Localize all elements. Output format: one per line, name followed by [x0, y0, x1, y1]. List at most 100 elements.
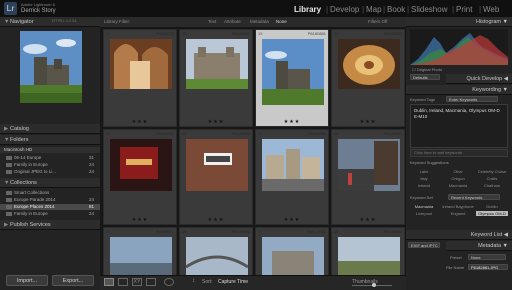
- thumbnail-cell-selected[interactable]: 19 P6160881 ★★★: [255, 29, 329, 127]
- module-separator: |: [452, 5, 455, 14]
- grid-view-icon[interactable]: [104, 278, 114, 286]
- module-separator: |: [383, 5, 386, 14]
- photo-city: [262, 237, 324, 275]
- left-panel: ▼Navigator FIT FILL 1:1 3:1 ▶ Catalog ▼Fo…: [0, 17, 100, 290]
- set-keyword[interactable]: England: [442, 211, 474, 216]
- folder-icon: [6, 162, 12, 167]
- sort-direction-icon[interactable]: ↕: [192, 278, 195, 284]
- set-keyword[interactable]: Ireland Bayphone: [442, 204, 474, 209]
- thumbnail-cell[interactable]: 24 P6160083 ★★★: [331, 129, 405, 225]
- folders-header[interactable]: ▼Folders: [0, 135, 100, 145]
- set-keyword[interactable]: Dublin: [476, 204, 508, 209]
- filter-text-tab[interactable]: Text: [208, 19, 216, 24]
- module-separator: |: [407, 5, 410, 14]
- navigator-modes[interactable]: FIT FILL 1:1 3:1: [52, 19, 77, 23]
- loupe-view-icon[interactable]: [118, 278, 128, 286]
- filters-off-dropdown[interactable]: Filters Off: [368, 19, 387, 24]
- user-name: Derrick Story: [21, 8, 56, 14]
- add-keywords-field[interactable]: Click here to add keywords: [410, 149, 508, 157]
- filename-field[interactable]: P6182881.JPG: [468, 264, 508, 270]
- filter-attribute-tab[interactable]: Attribute: [224, 19, 241, 24]
- module-map[interactable]: Map: [366, 5, 382, 14]
- defaults-dropdown[interactable]: Defaults: [410, 74, 440, 80]
- metadata-preset-dropdown[interactable]: EXIF and IPTC: [408, 242, 440, 248]
- collection-item-selected[interactable]: Europe Places 2014 81: [0, 204, 100, 210]
- suggestion-keyword[interactable]: Italy: [408, 176, 440, 181]
- thumbnail-cell[interactable]: 22 P6160083 ★★★: [179, 129, 253, 225]
- collection-item[interactable]: Smart Collections: [0, 190, 100, 196]
- thumbnail-cell[interactable]: 28 P6160083: [331, 227, 405, 275]
- module-web[interactable]: Web: [483, 5, 499, 14]
- module-book[interactable]: Book: [387, 5, 405, 14]
- survey-view-icon[interactable]: [146, 278, 156, 286]
- original-photo-checkbox[interactable]: ☐ Original Photo: [412, 67, 442, 72]
- suggestion-keyword[interactable]: Olive: [442, 169, 474, 174]
- suggestion-keyword[interactable]: Chatham: [476, 183, 508, 188]
- keyword-list-header[interactable]: Keyword List ◀: [406, 230, 512, 240]
- collection-item[interactable]: Family in Europe 24: [0, 211, 100, 217]
- thumbnail-cell[interactable]: 25 P6160017: [103, 227, 177, 275]
- lightroom-logo: Lr: [4, 2, 17, 15]
- filter-metadata-tab[interactable]: Metadata: [250, 19, 269, 24]
- photo-red-sign: [110, 139, 172, 191]
- collection-item[interactable]: Europe Parade 2014 24: [0, 197, 100, 203]
- keywords-textarea[interactable]: Dublin, Ireland, Macmania, Olympus OM-D …: [410, 104, 508, 148]
- folder-item[interactable]: 06-14 Europe 31: [0, 155, 100, 161]
- metadata-header[interactable]: Metadata ▼: [446, 241, 512, 251]
- suggestion-keyword[interactable]: Crafts: [476, 176, 508, 181]
- people-view-icon[interactable]: [164, 278, 174, 286]
- collection-icon: [6, 204, 12, 209]
- thumbnail-cell[interactable]: 21 P6160057 ★★★: [103, 129, 177, 225]
- slider-handle[interactable]: [372, 283, 376, 287]
- histogram-header[interactable]: Histogram ▼: [406, 17, 512, 27]
- expand-icon: ◀: [503, 76, 508, 82]
- filter-label: Library Filter:: [104, 19, 131, 24]
- set-keyword-selected[interactable]: Olympus OM-D: [476, 211, 508, 216]
- suggestion-keyword[interactable]: Lake: [408, 169, 440, 174]
- navigator-header[interactable]: ▼Navigator: [0, 17, 100, 27]
- folder-item[interactable]: Family in Europe 24: [0, 162, 100, 168]
- navigator-preview[interactable]: [20, 31, 82, 103]
- set-keyword[interactable]: Macmania: [408, 204, 440, 209]
- sort-dropdown[interactable]: Capture Time: [218, 279, 248, 285]
- filter-none-tab[interactable]: None: [276, 19, 287, 24]
- collection-icon: [6, 211, 12, 216]
- thumbnail-cell[interactable]: 27 IMG_0062: [255, 227, 329, 275]
- preset-dropdown[interactable]: None: [468, 254, 506, 260]
- thumbnail-cell[interactable]: 20 P6160883 ★★★: [331, 29, 405, 127]
- filename-label: File Name: [446, 265, 465, 270]
- module-print[interactable]: Print: [456, 5, 472, 14]
- thumbnail-cell[interactable]: 18 P6160883 ★★★: [179, 29, 253, 127]
- suggestion-keyword[interactable]: Celebrity Cruise: [476, 169, 508, 174]
- suggestion-keyword[interactable]: Macmania: [442, 183, 474, 188]
- volume-row[interactable]: Macintosh HD: [0, 147, 100, 153]
- collections-header[interactable]: ▼Collections: [0, 178, 100, 188]
- photo-brick-wall: [186, 139, 248, 191]
- catalog-header[interactable]: ▶ Catalog: [0, 124, 100, 134]
- compare-view-icon[interactable]: XY: [132, 278, 142, 286]
- thumbnail-cell[interactable]: 17 P6160023 ★★★: [103, 29, 177, 127]
- keyword-set-dropdown[interactable]: Recent Keywords: [448, 194, 500, 200]
- keywording-header[interactable]: Keywording ▼: [406, 85, 512, 95]
- keyword-set-label: Keyword Set: [410, 195, 433, 200]
- photo-castle-building: [186, 39, 248, 89]
- module-develop[interactable]: Develop: [330, 5, 359, 14]
- app-name: Adobe Lightroom 6: [21, 2, 55, 7]
- keyword-tags-label: Keyword Tags: [410, 97, 436, 102]
- module-separator: |: [326, 5, 329, 14]
- publish-services-header[interactable]: ▶ Publish Services: [0, 220, 100, 230]
- quick-develop-header[interactable]: Quick Develop ◀: [446, 74, 512, 84]
- sort-label: Sort:: [202, 279, 213, 285]
- thumbnail-cell[interactable]: 23 P6160081 ★★★: [255, 129, 329, 225]
- photo-harbor: [110, 237, 172, 275]
- suggestion-keyword[interactable]: Ireland: [408, 183, 440, 188]
- thumbnail-cell[interactable]: 26 P6160031: [179, 227, 253, 275]
- enter-keywords-dropdown[interactable]: Enter Keywords: [446, 96, 498, 102]
- module-slideshow[interactable]: Slideshow: [411, 5, 447, 14]
- folder-item[interactable]: Original JPEG to Li... 24: [0, 169, 100, 175]
- import-button[interactable]: Import...: [6, 275, 48, 286]
- set-keyword[interactable]: Liverpool: [408, 211, 440, 216]
- suggestion-keyword[interactable]: Oregon: [442, 176, 474, 181]
- module-library[interactable]: Library: [294, 5, 321, 14]
- export-button[interactable]: Export...: [52, 275, 94, 286]
